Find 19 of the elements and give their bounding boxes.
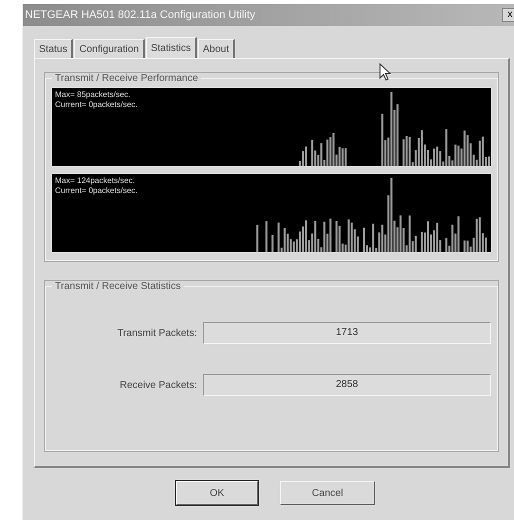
tab[interactable]: Statistics (146, 37, 197, 59)
tab[interactable]: Status (34, 39, 74, 58)
field-label: Receive Packets: (118, 380, 198, 390)
current-rate: Current= 0packets/sec. (55, 100, 138, 110)
group-title: Transmit / Receive Statistics (54, 281, 182, 292)
current-rate: Current= 0packets/sec. (55, 186, 138, 196)
window-title: NETGEAR HA501 802.11a Configuration Utility (25, 9, 256, 21)
close-button[interactable]: x (502, 8, 514, 22)
tab[interactable]: About (198, 39, 235, 58)
readonly-field: 2858 (203, 374, 491, 396)
tab[interactable]: Configuration (74, 39, 145, 58)
cancel-button[interactable]: Cancel (280, 481, 375, 505)
max-rate: Max= 124packets/sec. (55, 176, 135, 186)
readonly-field: 1713 (203, 322, 491, 344)
max-rate: Max= 85packets/sec. (55, 90, 130, 100)
field-label: Transmit Packets: (116, 328, 198, 338)
group-title: Transmit / Receive Performance (54, 73, 200, 84)
mouse-pointer-icon (379, 63, 391, 81)
ok-button[interactable]: OK (176, 481, 258, 505)
